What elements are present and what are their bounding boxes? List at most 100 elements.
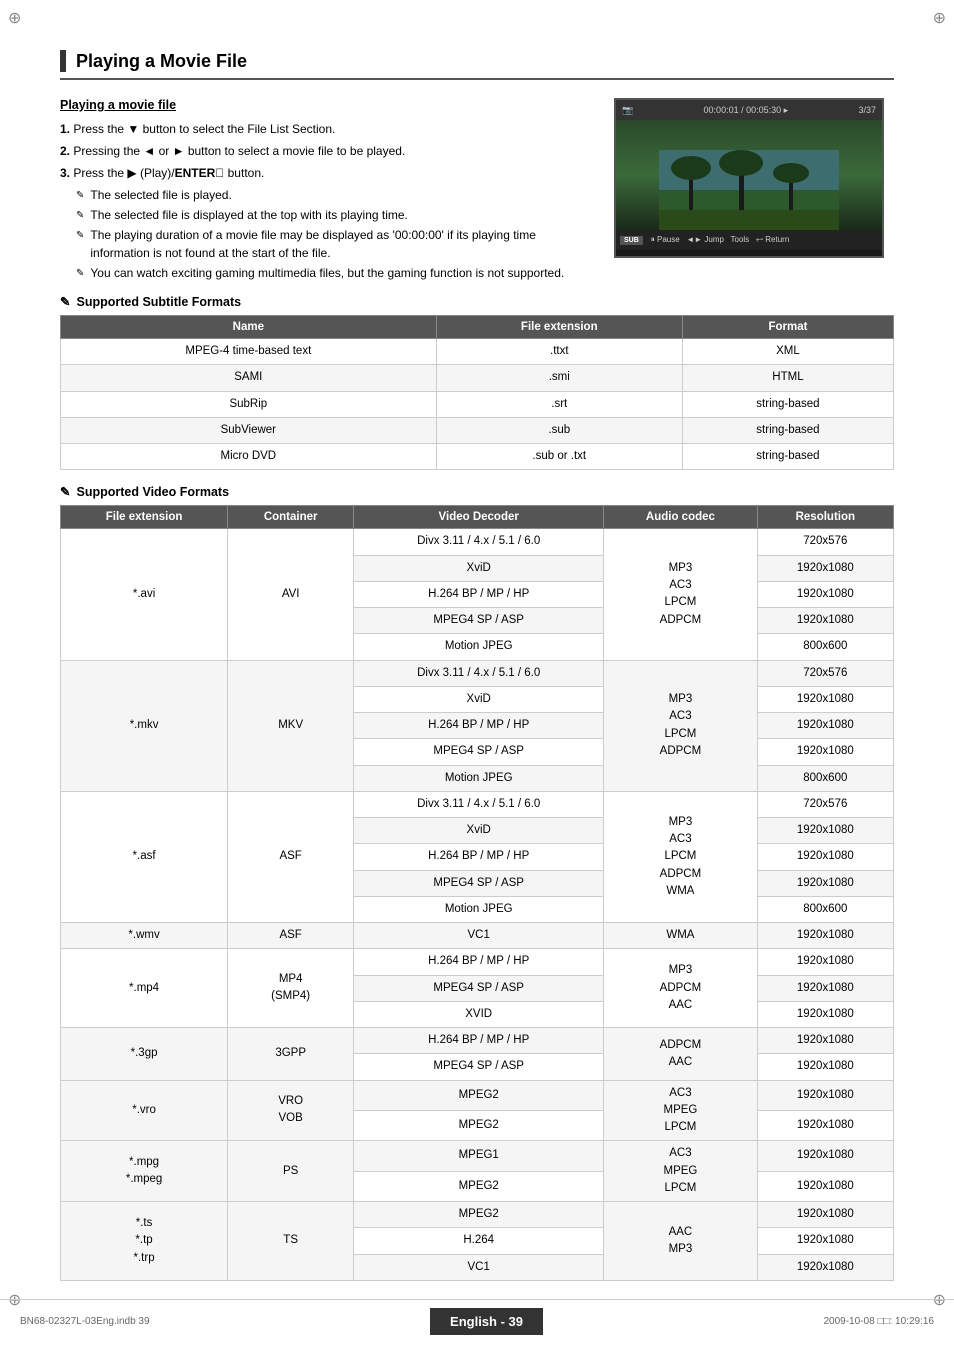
video-cell-resolution: 720x576 — [757, 791, 893, 817]
video-cell-resolution: 1920x1080 — [757, 844, 893, 870]
tv-time: 00:00:01 / 00:05:30 ▸ — [704, 105, 789, 116]
video-cell-decoder: Divx 3.11 / 4.x / 5.1 / 6.0 — [354, 529, 604, 555]
subtitle-cell: HTML — [682, 365, 893, 391]
video-cell-resolution: 1920x1080 — [757, 1054, 893, 1080]
footer-center: English - 39 — [430, 1308, 543, 1335]
video-cell-resolution: 1920x1080 — [757, 581, 893, 607]
subtitle-row: Micro DVD.sub or .txtstring-based — [61, 444, 894, 470]
subsection-title: Playing a movie file — [60, 98, 594, 112]
step-3: 3. Press the ▶ (Play)/ENTER button. — [60, 164, 594, 182]
subtitle-row: SAMI.smiHTML — [61, 365, 894, 391]
video-cell-audio: MP3 AC3 LPCM ADPCM WMA — [604, 791, 757, 922]
video-cell-decoder: H.264 BP / MP / HP — [354, 713, 604, 739]
subtitle-cell: SAMI — [61, 365, 437, 391]
video-cell-container: TS — [228, 1202, 354, 1281]
video-cell-audio: AC3 MPEG LPCM — [604, 1080, 757, 1141]
video-col-ext: File extension — [61, 506, 228, 529]
video-cell-decoder: MPEG2 — [354, 1202, 604, 1228]
video-cell-decoder: XviD — [354, 555, 604, 581]
video-cell-resolution: 1920x1080 — [757, 1080, 893, 1110]
note-icon-2: ✎ — [76, 208, 84, 223]
subtitle-cell: Micro DVD — [61, 444, 437, 470]
video-cell-audio: WMA — [604, 923, 757, 949]
video-cell-resolution: 1920x1080 — [757, 1110, 893, 1140]
step-1: 1. Press the ▼ button to select the File… — [60, 120, 594, 138]
video-cell-audio: ADPCM AAC — [604, 1028, 757, 1081]
video-cell-audio: MP3 AC3 LPCM ADPCM — [604, 529, 757, 660]
video-cell-decoder: Motion JPEG — [354, 896, 604, 922]
footer-left: BN68-02327L-03Eng.indb 39 — [20, 1316, 150, 1327]
video-cell-ext: *.mpg *.mpeg — [61, 1141, 228, 1202]
video-cell-decoder: Divx 3.11 / 4.x / 5.1 / 6.0 — [354, 660, 604, 686]
tv-sub-badge: SUB — [620, 236, 643, 245]
video-cell-ext: *.mkv — [61, 660, 228, 791]
video-cell-resolution: 1920x1080 — [757, 739, 893, 765]
title-bar-decoration — [60, 50, 66, 72]
section-title: Playing a Movie File — [60, 50, 894, 80]
video-row: *.ts *.tp *.trpTSMPEG2AAC MP31920x1080 — [61, 1202, 894, 1228]
video-cell-ext: *.mp4 — [61, 949, 228, 1028]
tv-controls: ⏸ Pause ◄► Jump Tools ↩ Return — [651, 235, 790, 245]
video-cell-resolution: 1920x1080 — [757, 1254, 893, 1280]
video-cell-resolution: 800x600 — [757, 896, 893, 922]
video-row: *.vroVRO VOBMPEG2AC3 MPEG LPCM1920x1080 — [61, 1080, 894, 1110]
video-cell-resolution: 1920x1080 — [757, 1028, 893, 1054]
subtitle-cell: MPEG-4 time-based text — [61, 339, 437, 365]
subtitle-cell: SubRip — [61, 391, 437, 417]
subtitle-row: SubViewer.substring-based — [61, 417, 894, 443]
subtitle-cell: .ttxt — [436, 339, 682, 365]
subtitle-cell: .sub — [436, 417, 682, 443]
video-cell-resolution: 1920x1080 — [757, 713, 893, 739]
video-cell-resolution: 1920x1080 — [757, 818, 893, 844]
video-cell-audio: AC3 MPEG LPCM — [604, 1141, 757, 1202]
video-cell-container: MP4 (SMP4) — [228, 949, 354, 1028]
video-cell-decoder: MPEG2 — [354, 1080, 604, 1110]
video-cell-decoder: XVID — [354, 1001, 604, 1027]
subtitle-cell: XML — [682, 339, 893, 365]
video-cell-decoder: MPEG4 SP / ASP — [354, 870, 604, 896]
video-cell-resolution: 1920x1080 — [757, 608, 893, 634]
video-cell-audio: MP3 ADPCM AAC — [604, 949, 757, 1028]
video-cell-container: AVI — [228, 529, 354, 660]
tv-counter: 3/37 — [858, 105, 876, 115]
tv-screenshot: 📷 00:00:01 / 00:05:30 ▸ 3/37 ABC.avi — [614, 98, 884, 258]
video-cell-decoder: MPEG1 — [354, 1141, 604, 1171]
footer-right: 2009-10-08 □□: 10:29:16 — [823, 1316, 934, 1327]
video-row: *.mpg *.mpegPSMPEG1AC3 MPEG LPCM1920x108… — [61, 1141, 894, 1171]
video-row: *.aviAVIDivx 3.11 / 4.x / 5.1 / 6.0MP3 A… — [61, 529, 894, 555]
subtitle-formats-label: ✎ Supported Subtitle Formats — [60, 294, 894, 309]
subtitle-col-ext: File extension — [436, 316, 682, 339]
video-cell-resolution: 1920x1080 — [757, 1171, 893, 1201]
video-cell-decoder: MPEG4 SP / ASP — [354, 975, 604, 1001]
video-col-res: Resolution — [757, 506, 893, 529]
video-row: *.mp4MP4 (SMP4)H.264 BP / MP / HPMP3 ADP… — [61, 949, 894, 975]
step-2: 2. Pressing the ◄ or ► button to select … — [60, 142, 594, 160]
video-cell-resolution: 1920x1080 — [757, 1001, 893, 1027]
video-cell-resolution: 1920x1080 — [757, 870, 893, 896]
subtitle-formats-table: Name File extension Format MPEG-4 time-b… — [60, 315, 894, 470]
video-cell-resolution: 1920x1080 — [757, 1202, 893, 1228]
video-cell-decoder: MPEG2 — [354, 1171, 604, 1201]
video-col-container: Container — [228, 506, 354, 529]
video-cell-decoder: VC1 — [354, 923, 604, 949]
subtitle-cell: .sub or .txt — [436, 444, 682, 470]
video-cell-ext: *.wmv — [61, 923, 228, 949]
video-formats-table: File extension Container Video Decoder A… — [60, 505, 894, 1281]
note-icon-1: ✎ — [76, 188, 84, 203]
subtitle-formats-section: ✎ Supported Subtitle Formats Name File e… — [60, 294, 894, 470]
video-cell-resolution: 1920x1080 — [757, 1228, 893, 1254]
page-footer: BN68-02327L-03Eng.indb 39 English - 39 2… — [0, 1299, 954, 1335]
video-cell-resolution: 1920x1080 — [757, 949, 893, 975]
page-title: Playing a Movie File — [76, 51, 247, 72]
subtitle-row: SubRip.srtstring-based — [61, 391, 894, 417]
video-row: *.asfASFDivx 3.11 / 4.x / 5.1 / 6.0MP3 A… — [61, 791, 894, 817]
video-cell-container: VRO VOB — [228, 1080, 354, 1141]
video-cell-decoder: MPEG4 SP / ASP — [354, 739, 604, 765]
tv-icon: 📷 — [622, 105, 633, 116]
note-2: ✎ The selected file is displayed at the … — [76, 206, 594, 224]
video-formats-label: ✎ Supported Video Formats — [60, 484, 894, 499]
video-cell-resolution: 800x600 — [757, 765, 893, 791]
video-cell-resolution: 1920x1080 — [757, 923, 893, 949]
note-icon-4: ✎ — [76, 266, 84, 281]
video-cell-resolution: 1920x1080 — [757, 555, 893, 581]
